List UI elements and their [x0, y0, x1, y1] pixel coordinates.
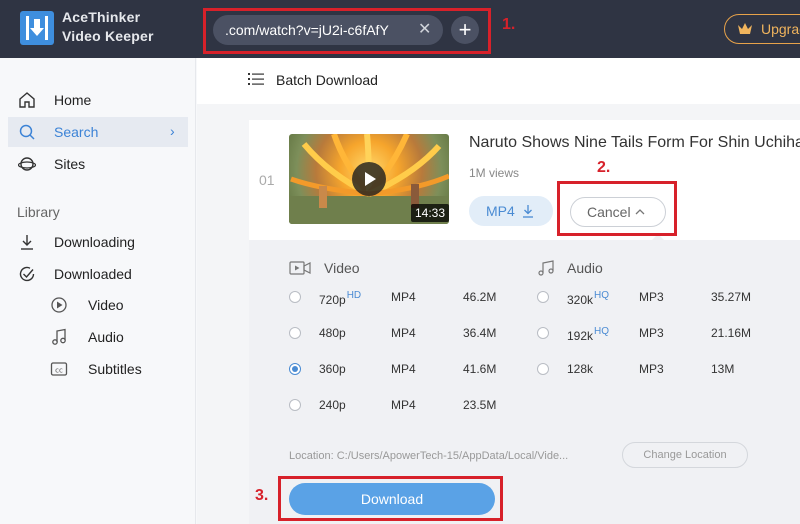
audio-section-title: Audio — [567, 260, 603, 276]
video-camera-icon — [289, 261, 311, 275]
sidebar: Home Search › Sites Library Downloading … — [0, 58, 196, 524]
cc-icon: cc — [50, 362, 68, 376]
format-label: MP3 — [639, 362, 664, 376]
sidebar-item-video[interactable]: Video — [50, 293, 190, 317]
sidebar-item-audio[interactable]: Audio — [50, 325, 190, 349]
library-heading: Library — [17, 204, 60, 220]
file-size: 35.27M — [711, 290, 752, 304]
brand-name: AceThinker — [62, 9, 141, 25]
item-index: 01 — [259, 172, 275, 188]
sidebar-item-subtitles[interactable]: cc Subtitles — [50, 357, 190, 381]
view-count: 1M views — [469, 166, 520, 180]
format-label: MP3 — [639, 326, 664, 340]
video-card: 01 14:33 Naruto Shows Nine Tails Form Fo… — [249, 120, 800, 524]
format-label: MP4 — [391, 362, 416, 376]
video-thumbnail[interactable]: 14:33 — [289, 134, 449, 224]
quality-label: 128k — [567, 362, 594, 376]
annotation-label-1: 1. — [502, 16, 516, 33]
quality-label: 192k — [567, 329, 594, 343]
quality-label: 360p — [319, 362, 346, 376]
radio-button-selected[interactable] — [289, 363, 301, 375]
video-option-720p[interactable]: 720pHD MP4 46.2M — [289, 288, 509, 308]
sidebar-item-label: Home — [54, 92, 92, 108]
format-label: MP4 — [486, 203, 515, 219]
crown-icon — [738, 23, 752, 34]
check-circle-icon — [19, 266, 35, 282]
annotation-label-2: 2. — [597, 159, 611, 176]
format-label: MP4 — [391, 290, 416, 304]
file-size: 21.16M — [711, 326, 752, 340]
quality-badge: HQ — [594, 290, 610, 301]
video-option-240p[interactable]: 240p MP4 23.5M — [289, 396, 509, 416]
annotation-box-2 — [557, 181, 677, 236]
quality-label: 720p — [319, 293, 346, 307]
video-title: Naruto Shows Nine Tails Form For Shin Uc… — [469, 134, 800, 151]
video-option-360p[interactable]: 360p MP4 41.6M — [289, 360, 509, 380]
sidebar-item-sites[interactable]: Sites — [8, 149, 188, 179]
sidebar-item-label: Search — [54, 124, 99, 140]
annotation-box-3 — [278, 476, 503, 521]
video-section-title: Video — [324, 260, 360, 276]
file-size: 23.5M — [463, 398, 497, 412]
sidebar-item-label: Video — [88, 297, 124, 313]
download-icon — [21, 235, 33, 250]
planet-icon — [18, 157, 36, 171]
quality-badge: HQ — [594, 326, 610, 337]
play-icon[interactable] — [352, 162, 386, 196]
sidebar-item-label: Sites — [54, 156, 86, 172]
sidebar-item-home[interactable]: Home — [8, 85, 188, 115]
brand-product: Video Keeper — [62, 28, 154, 44]
sidebar-item-search[interactable]: Search › — [8, 117, 188, 147]
quality-label: 480p — [319, 326, 346, 340]
quality-badge: HD — [346, 290, 362, 301]
radio-button[interactable] — [537, 291, 549, 303]
format-label: MP4 — [391, 398, 416, 412]
quality-label: 240p — [319, 398, 346, 412]
sidebar-item-label: Subtitles — [88, 361, 142, 377]
radio-button[interactable] — [289, 327, 301, 339]
file-size: 46.2M — [463, 290, 497, 304]
music-note-icon — [538, 260, 554, 276]
toolbar: Batch Download — [197, 58, 800, 104]
annotation-box-1 — [203, 8, 491, 54]
change-location-button[interactable]: Change Location — [622, 442, 748, 468]
file-size: 36.4M — [463, 326, 497, 340]
play-circle-icon — [51, 297, 67, 313]
upgrade-button[interactable]: Upgrade — [724, 14, 800, 44]
music-note-icon — [52, 328, 66, 345]
audio-option-128k[interactable]: 128k MP3 13M — [537, 360, 777, 380]
batch-download-button[interactable]: Batch Download — [276, 72, 378, 88]
audio-option-320k[interactable]: 320kHQ MP3 35.27M — [537, 288, 777, 308]
format-download-button[interactable]: MP4 — [469, 196, 553, 226]
format-label: MP4 — [391, 326, 416, 340]
search-icon — [19, 124, 35, 140]
sidebar-item-label: Audio — [88, 329, 124, 345]
home-icon — [19, 92, 35, 108]
sidebar-item-label: Downloaded — [54, 266, 132, 282]
annotation-label-3: 3. — [255, 487, 269, 504]
file-size: 41.6M — [463, 362, 497, 376]
radio-button[interactable] — [537, 327, 549, 339]
radio-button[interactable] — [537, 363, 549, 375]
sidebar-item-downloading[interactable]: Downloading — [8, 227, 188, 257]
radio-button[interactable] — [289, 291, 301, 303]
radio-button[interactable] — [289, 399, 301, 411]
sidebar-item-downloaded[interactable]: Downloaded — [8, 259, 188, 289]
upgrade-label: Upgrade — [761, 21, 800, 37]
audio-option-192k[interactable]: 192kHQ MP3 21.16M — [537, 324, 777, 344]
download-icon — [523, 205, 533, 218]
list-icon — [248, 73, 264, 85]
video-duration: 14:33 — [411, 204, 449, 222]
video-card-header: 01 14:33 Naruto Shows Nine Tails Form Fo… — [249, 120, 800, 240]
app-logo-icon — [20, 11, 54, 45]
quality-label: 320k — [567, 293, 594, 307]
file-size: 13M — [711, 362, 735, 376]
svg-text:cc: cc — [55, 367, 63, 375]
sidebar-item-label: Downloading — [54, 234, 135, 250]
chevron-right-icon: › — [170, 123, 175, 139]
video-option-480p[interactable]: 480p MP4 36.4M — [289, 324, 509, 344]
save-location: Location: C:/Users/ApowerTech-15/AppData… — [289, 450, 569, 462]
main-panel: Batch Download 01 14:33 Naruto Shows Nin… — [197, 58, 800, 524]
format-label: MP3 — [639, 290, 664, 304]
